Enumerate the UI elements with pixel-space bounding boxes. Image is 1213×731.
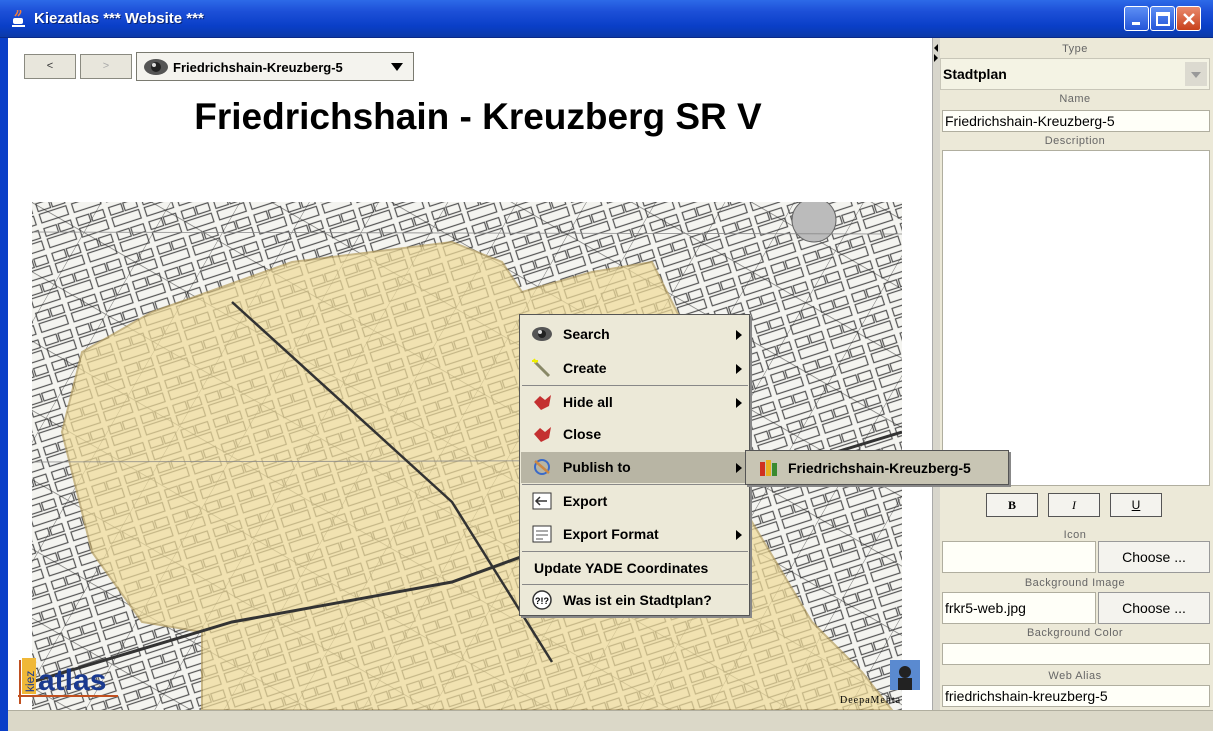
window-frame-left: [0, 38, 8, 731]
properties-panel: Type Stadtplan Name Friedrichshain-Kreuz…: [940, 38, 1213, 710]
type-label: Type: [1062, 43, 1088, 55]
menu-item-export-format[interactable]: Export Format: [521, 519, 748, 550]
chevron-right-icon: [736, 398, 742, 408]
menu-separator: [522, 385, 748, 386]
publish-to-submenu: Friedrichshain-Kreuzberg-5: [745, 450, 1009, 485]
topicmap-icon: [760, 460, 777, 476]
help-icon: ?!?: [532, 590, 552, 610]
type-value: Stadtplan: [943, 66, 1007, 82]
choose-icon-button[interactable]: Choose ...: [1098, 541, 1210, 573]
menu-item-hide-all[interactable]: Hide all: [521, 387, 748, 418]
italic-button[interactable]: I: [1048, 493, 1100, 517]
export-format-icon: [532, 525, 552, 543]
collapse-arrows-icon: [934, 44, 938, 62]
menu-item-publish-to[interactable]: Publish to: [521, 452, 748, 483]
menu-item-search[interactable]: Search: [521, 319, 748, 350]
background-image-label: Background Image: [1024, 577, 1126, 589]
description-label: Description: [1044, 135, 1106, 147]
maximize-button[interactable]: [1150, 6, 1175, 31]
close-icon: [1183, 13, 1195, 25]
menu-item-help[interactable]: ?!? Was ist ein Stadtplan?: [521, 585, 748, 616]
menu-item-update-yade[interactable]: Update YADE Coordinates: [521, 553, 748, 584]
menu-separator: [522, 484, 748, 485]
minimize-button[interactable]: [1124, 6, 1149, 31]
eye-icon: [144, 59, 168, 75]
svg-text:?!?: ?!?: [535, 596, 549, 606]
chevron-right-icon: [736, 530, 742, 540]
page-title: Friedrichshain - Kreuzberg SR V: [194, 96, 762, 137]
eye-icon: [532, 327, 552, 341]
split-divider[interactable]: [932, 38, 940, 710]
icon-label: Icon: [1063, 529, 1087, 541]
title-bar: Kiezatlas *** Website ***: [0, 0, 1213, 38]
description-field[interactable]: [942, 150, 1210, 486]
background-color-field[interactable]: [942, 643, 1210, 665]
logo-side-text: kiez: [23, 671, 37, 692]
hide-icon: [534, 395, 551, 410]
close-topic-icon: [534, 427, 551, 442]
magic-wand-icon: [532, 358, 551, 378]
publish-icon: [534, 459, 550, 475]
name-label: Name: [1059, 93, 1091, 105]
menu-separator: [522, 551, 748, 552]
menu-item-close[interactable]: Close: [521, 419, 748, 450]
bold-button[interactable]: B: [986, 493, 1038, 517]
export-icon: [532, 492, 552, 510]
deepamehta-icon: [890, 660, 920, 690]
deepamehta-logo: DeepaMehta: [840, 660, 926, 708]
underline-button[interactable]: U: [1110, 493, 1162, 517]
web-alias-label: Web Alias: [1048, 670, 1102, 682]
menu-item-export[interactable]: Export: [521, 486, 748, 517]
kiezatlas-logo: kiez atlas: [18, 652, 118, 704]
topicmap-canvas[interactable]: < > Friedrichshain-Kreuzberg-5 Friedrich…: [8, 38, 932, 710]
window-title: Kiezatlas *** Website ***: [34, 10, 204, 27]
chevron-down-icon: [391, 63, 403, 71]
background-color-label: Background Color: [1026, 627, 1124, 639]
chevron-right-icon: [736, 463, 742, 473]
name-field[interactable]: Friedrichshain-Kreuzberg-5: [942, 110, 1210, 132]
maximize-icon: [1156, 12, 1170, 26]
chevron-right-icon: [736, 330, 742, 340]
close-button[interactable]: [1176, 6, 1201, 31]
back-button[interactable]: <: [24, 54, 76, 79]
java-cup-icon: [12, 10, 25, 27]
submenu-item-friedrichshain-kreuzberg-5[interactable]: Friedrichshain-Kreuzberg-5: [788, 460, 971, 476]
context-menu: Search Create Hide all Close Publish to …: [519, 314, 750, 616]
menu-item-create[interactable]: Create: [521, 353, 748, 384]
topicmap-selector[interactable]: Friedrichshain-Kreuzberg-5: [136, 52, 414, 81]
forward-button[interactable]: >: [80, 54, 132, 79]
chevron-down-icon[interactable]: [1185, 62, 1207, 86]
background-image-field[interactable]: frkr5-web.jpg: [942, 592, 1096, 624]
web-alias-field[interactable]: friedrichshain-kreuzberg-5: [942, 685, 1210, 707]
deepamehta-text: DeepaMehta: [840, 695, 902, 706]
chevron-right-icon: [736, 364, 742, 374]
minimize-icon: [1132, 22, 1140, 25]
status-bar: [8, 710, 1213, 731]
logo-text: atlas: [38, 664, 106, 697]
icon-field[interactable]: [942, 541, 1096, 573]
topicmap-selector-label: Friedrichshain-Kreuzberg-5: [173, 60, 343, 75]
choose-background-button[interactable]: Choose ...: [1098, 592, 1210, 624]
type-select[interactable]: Stadtplan: [940, 58, 1210, 90]
